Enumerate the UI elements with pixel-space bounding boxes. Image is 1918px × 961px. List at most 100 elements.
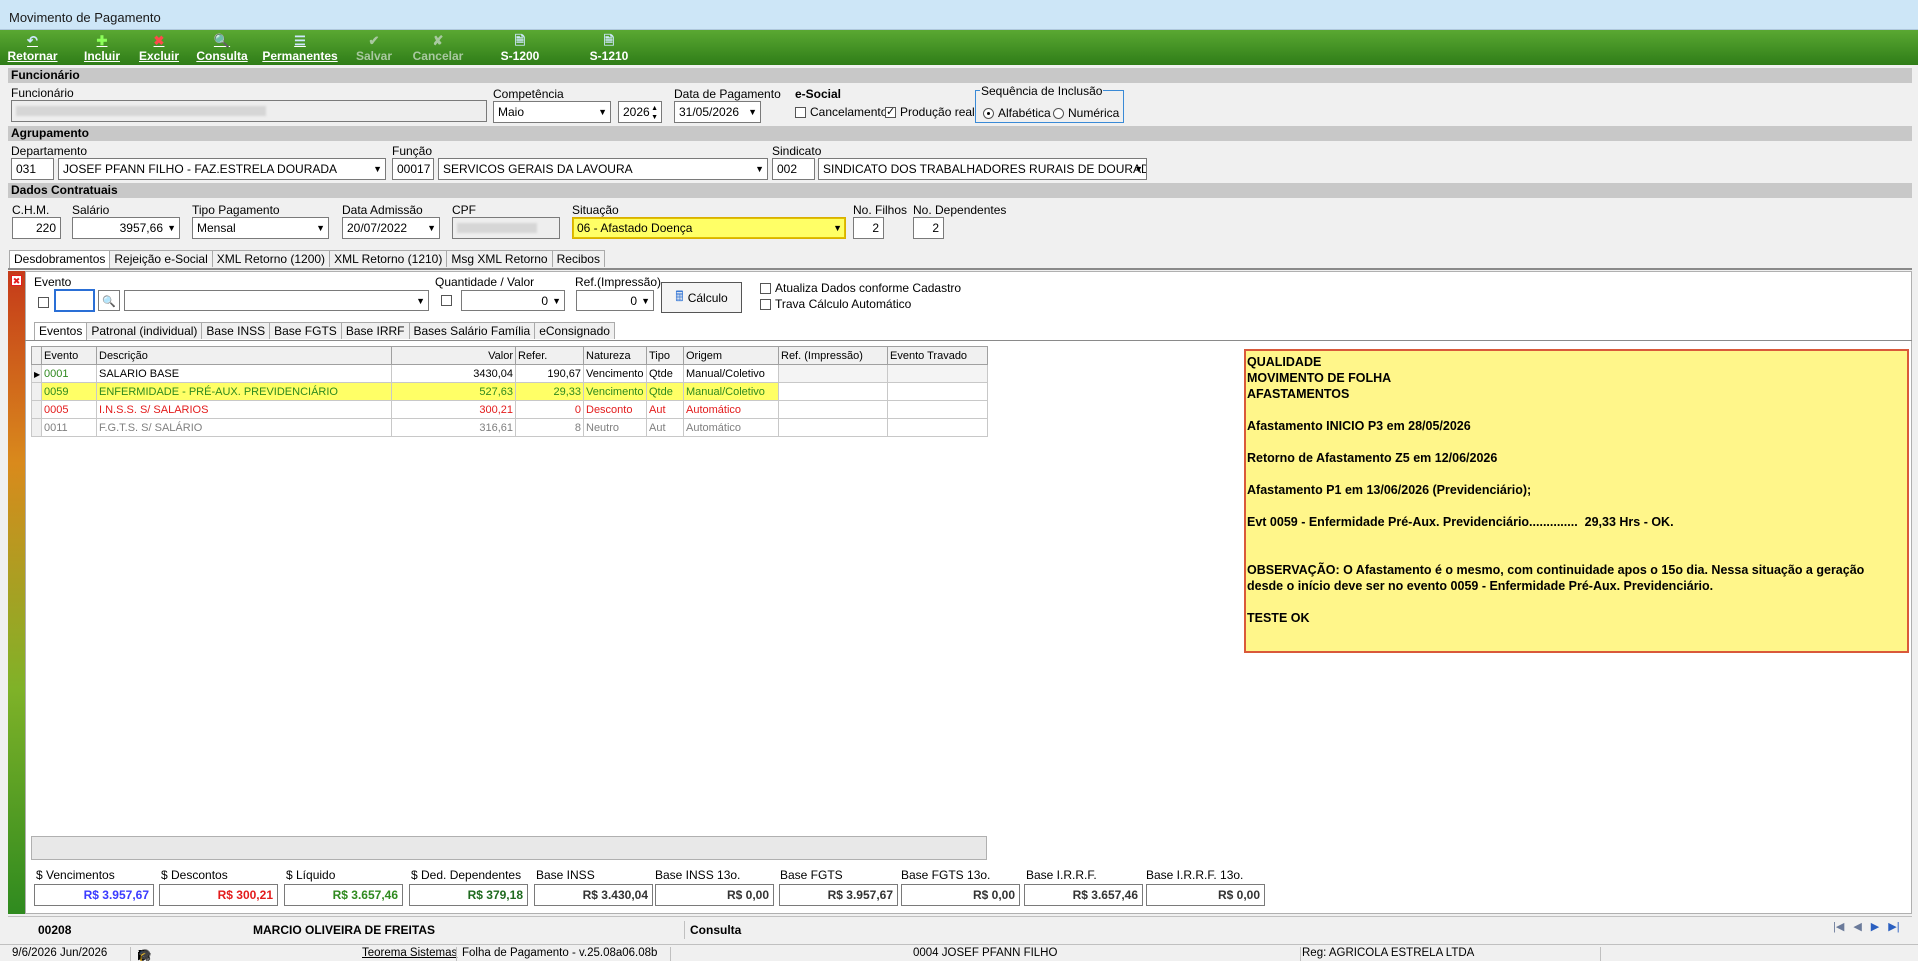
teorema-link[interactable]: Teorema Sistemas bbox=[362, 947, 457, 959]
tab-msg-xml-retorno[interactable]: Msg XML Retorno bbox=[446, 250, 553, 267]
cancelamento-checkbox[interactable]: Cancelamento bbox=[795, 105, 887, 119]
cancelar-button[interactable]: ✘ Cancelar bbox=[412, 32, 464, 64]
admissao-label: Data Admissão bbox=[342, 203, 423, 217]
evento-code-input[interactable] bbox=[54, 289, 95, 312]
list-icon: ☰ bbox=[294, 33, 306, 48]
main-tabs: Desdobramentos Rejeição e-Social XML Ret… bbox=[9, 250, 605, 268]
numerica-radio[interactable]: Numérica bbox=[1053, 106, 1119, 120]
excluir-button[interactable]: ✖ Excluir bbox=[138, 32, 180, 64]
tab-eventos[interactable]: Eventos bbox=[34, 322, 88, 340]
trava-calculo-checkbox[interactable]: Trava Cálculo Automático bbox=[760, 297, 911, 311]
tab-recibos[interactable]: Recibos bbox=[551, 250, 605, 267]
graduation-cap-icon[interactable]: 🎓 bbox=[138, 949, 154, 961]
filhos-field[interactable]: 2 bbox=[853, 217, 884, 239]
departamento-select[interactable]: JOSEF PFANN FILHO - FAZ.ESTRELA DOURADA ▼ bbox=[58, 158, 386, 180]
col-evento[interactable]: Evento bbox=[41, 346, 97, 365]
grid-footer-bar bbox=[31, 836, 987, 860]
evento-checkbox[interactable] bbox=[38, 295, 53, 309]
retornar-button[interactable]: ↶ Retornar bbox=[8, 32, 58, 64]
close-panel-icon[interactable]: ✖ bbox=[11, 275, 22, 286]
s1210-button[interactable]: 🗎 S-1210 bbox=[583, 32, 635, 64]
total-descontos-label: $ Descontos bbox=[161, 868, 228, 882]
chevron-down-icon: ▼ bbox=[755, 164, 764, 174]
incluir-button[interactable]: ✚ Incluir bbox=[82, 32, 122, 64]
sindicato-code-field[interactable]: 002 bbox=[772, 158, 815, 180]
chevron-down-icon: ▼ bbox=[598, 107, 607, 117]
header-indicator bbox=[31, 346, 42, 365]
chevron-down-icon: ▼ bbox=[833, 223, 842, 233]
ref-impressao-field[interactable]: 0 ▼ bbox=[576, 290, 654, 311]
col-descricao[interactable]: Descrição bbox=[96, 346, 392, 365]
status-date: 9/6/2026 Jun/2026 bbox=[12, 947, 108, 959]
data-pagamento-field[interactable]: 31/05/2026 ▼ bbox=[674, 101, 761, 123]
evento-search-button[interactable]: 🔍 bbox=[98, 290, 120, 311]
s1200-button[interactable]: 🗎 S-1200 bbox=[494, 32, 546, 64]
col-evento-travado[interactable]: Evento Travado bbox=[887, 346, 988, 365]
table-row[interactable]: ▶ 0001 SALARIO BASE 3430,04 190,67 Venci… bbox=[31, 364, 988, 383]
tab-patronal[interactable]: Patronal (individual) bbox=[86, 322, 203, 339]
salvar-button[interactable]: ✔ Salvar bbox=[354, 32, 394, 64]
competencia-ano-stepper[interactable]: 2026 ▲ ▼ bbox=[618, 101, 662, 123]
col-refer[interactable]: Refer. bbox=[515, 346, 584, 365]
base-inss-13-label: Base INSS 13o. bbox=[655, 868, 741, 882]
quantidade-checkbox[interactable] bbox=[441, 293, 456, 307]
salario-field[interactable]: 3957,66 ▼ bbox=[72, 217, 180, 239]
admissao-field[interactable]: 20/07/2022 ▼ bbox=[342, 217, 440, 239]
status-reg: Reg: AGRICOLA ESTRELA LTDA bbox=[1302, 947, 1475, 959]
funcionario-label: Funcionário bbox=[11, 86, 74, 100]
departamento-code-field[interactable]: 031 bbox=[11, 158, 54, 180]
cpf-label: CPF bbox=[452, 203, 476, 217]
row-indicator bbox=[31, 400, 42, 419]
table-row[interactable]: 0005 I.N.S.S. S/ SALARIOS 300,21 0 Desco… bbox=[31, 400, 988, 419]
sequencia-label: Sequência de Inclusão bbox=[980, 84, 1104, 98]
dependentes-field[interactable]: 2 bbox=[913, 217, 944, 239]
atualiza-dados-checkbox[interactable]: Atualiza Dados conforme Cadastro bbox=[760, 281, 961, 295]
situacao-select[interactable]: 06 - Afastado Doença ▼ bbox=[572, 217, 846, 239]
col-valor[interactable]: Valor bbox=[391, 346, 516, 365]
tab-bases-salario-familia[interactable]: Bases Salário Família bbox=[408, 322, 536, 339]
base-fgts-value: R$ 3.957,67 bbox=[779, 884, 898, 906]
col-natureza[interactable]: Natureza bbox=[583, 346, 647, 365]
alfabetica-radio[interactable]: Alfabética bbox=[983, 106, 1051, 120]
permanentes-button[interactable]: ☰ Permanentes bbox=[262, 32, 338, 64]
funcionario-field[interactable] bbox=[11, 100, 487, 122]
return-icon: ↶ bbox=[27, 33, 38, 48]
usuario-codigo: 00208 bbox=[38, 923, 72, 937]
table-row[interactable]: 0059 ENFERMIDADE - PRÉ-AUX. PREVIDENCIÁR… bbox=[31, 382, 988, 401]
separator bbox=[1300, 947, 1301, 961]
producao-real-checkbox[interactable]: Produção real bbox=[885, 105, 975, 119]
tab-desdobramentos[interactable]: Desdobramentos bbox=[9, 250, 111, 268]
prev-record-icon[interactable]: ◀ bbox=[1853, 920, 1861, 933]
funcao-code-field[interactable]: 00017 bbox=[392, 158, 434, 180]
subtab-divider bbox=[25, 340, 1912, 341]
data-pagamento-label: Data de Pagamento bbox=[674, 87, 781, 101]
sindicato-select[interactable]: SINDICATO DOS TRABALHADORES RURAIS DE DO… bbox=[818, 158, 1147, 180]
tab-base-fgts[interactable]: Base FGTS bbox=[269, 322, 342, 339]
competencia-mes-select[interactable]: Maio ▼ bbox=[493, 101, 611, 123]
tab-xml-retorno-1200[interactable]: XML Retorno (1200) bbox=[211, 250, 331, 267]
tab-base-irrf[interactable]: Base IRRF bbox=[340, 322, 410, 339]
funcao-select[interactable]: SERVICOS GERAIS DA LAVOURA ▼ bbox=[438, 158, 768, 180]
last-record-icon[interactable]: ▶| bbox=[1888, 920, 1899, 933]
tab-xml-retorno-1210[interactable]: XML Retorno (1210) bbox=[329, 250, 448, 267]
next-record-icon[interactable]: ▶ bbox=[1871, 920, 1879, 933]
row-indicator bbox=[31, 418, 42, 437]
consulta-button[interactable]: 🔍 Consulta bbox=[196, 32, 248, 64]
table-row[interactable]: 0011 F.G.T.S. S/ SALÁRIO 316,61 8 Neutro… bbox=[31, 418, 988, 437]
cpf-field[interactable] bbox=[452, 217, 560, 239]
calculo-button[interactable]: 🖩 Cálculo bbox=[661, 282, 742, 313]
tab-econsignado[interactable]: eConsignado bbox=[534, 322, 615, 339]
tab-rejeicao-esocial[interactable]: Rejeição e-Social bbox=[109, 250, 213, 267]
first-record-icon[interactable]: |◀ bbox=[1833, 920, 1844, 933]
quantidade-field[interactable]: 0 ▼ bbox=[461, 290, 565, 311]
ref-impressao-label: Ref.(Impressão) bbox=[575, 275, 662, 289]
chm-field[interactable]: 220 bbox=[12, 217, 61, 239]
tipo-pagamento-select[interactable]: Mensal ▼ bbox=[192, 217, 329, 239]
col-origem[interactable]: Origem bbox=[683, 346, 779, 365]
col-tipo[interactable]: Tipo bbox=[646, 346, 684, 365]
tab-base-inss[interactable]: Base INSS bbox=[201, 322, 271, 339]
chevron-down-icon: ▼ bbox=[552, 296, 561, 306]
salario-label: Salário bbox=[72, 203, 110, 217]
col-ref-impressao[interactable]: Ref. (Impressão) bbox=[778, 346, 888, 365]
evento-descricao-select[interactable]: ▼ bbox=[124, 290, 429, 311]
